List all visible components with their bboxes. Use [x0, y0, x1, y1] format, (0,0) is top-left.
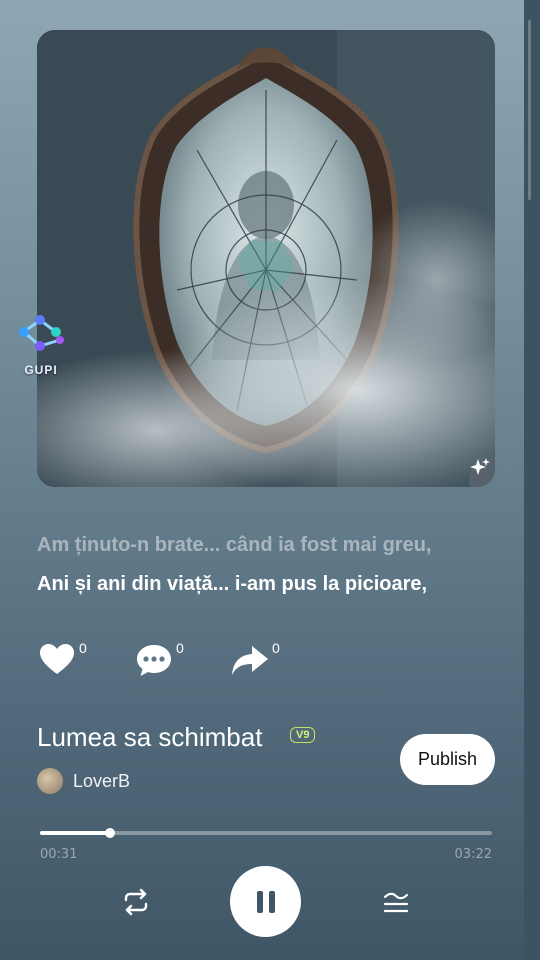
- comment-button[interactable]: 0: [134, 640, 184, 686]
- share-arrow-icon: [232, 646, 268, 675]
- cover-artwork: [37, 30, 495, 487]
- publish-button[interactable]: Publish: [400, 734, 495, 785]
- comment-count: 0: [176, 640, 184, 656]
- like-button[interactable]: 0: [37, 640, 87, 686]
- playlist-button[interactable]: [376, 882, 416, 922]
- watermark-logo: GUPI: [14, 312, 68, 377]
- watermark-text: GUPI: [24, 363, 58, 377]
- progress-handle[interactable]: [105, 828, 116, 838]
- avatar: [37, 768, 63, 794]
- share-count: 0: [272, 640, 280, 656]
- lyric-previous-line: Am ținuto-n brate... când ia fost mai gr…: [37, 534, 432, 556]
- like-count: 0: [79, 640, 87, 656]
- broken-mirror-artwork: [37, 30, 495, 487]
- pause-icon: [256, 890, 275, 913]
- progress-fill: [40, 831, 111, 835]
- action-row: 0 0 0: [37, 640, 337, 690]
- author-link[interactable]: LoverB: [37, 767, 130, 795]
- author-name: LoverB: [73, 770, 131, 791]
- version-badge: V9: [290, 727, 316, 743]
- comment-icon: [137, 645, 171, 676]
- lyric-current-line: Ani și ani din viață... i-am pus la pici…: [37, 573, 428, 595]
- ai-sparkle-button[interactable]: [469, 457, 495, 487]
- current-time: 00:31: [40, 847, 78, 862]
- total-time: 03:22: [454, 847, 492, 862]
- progress-bar[interactable]: [40, 828, 492, 838]
- repeat-button[interactable]: [116, 882, 156, 922]
- sparkle-icon: [470, 458, 490, 475]
- share-button[interactable]: 0: [230, 640, 280, 686]
- side-scrollbar[interactable]: [524, 0, 540, 960]
- pause-button[interactable]: [230, 866, 301, 937]
- song-title: Lumea sa schimbat: [37, 722, 263, 752]
- heart-icon: [40, 644, 74, 674]
- scrollbar-thumb[interactable]: [528, 20, 531, 200]
- playlist-icon: [383, 892, 409, 913]
- gupi-logo-icon: [19, 315, 64, 351]
- repeat-icon: [124, 888, 148, 916]
